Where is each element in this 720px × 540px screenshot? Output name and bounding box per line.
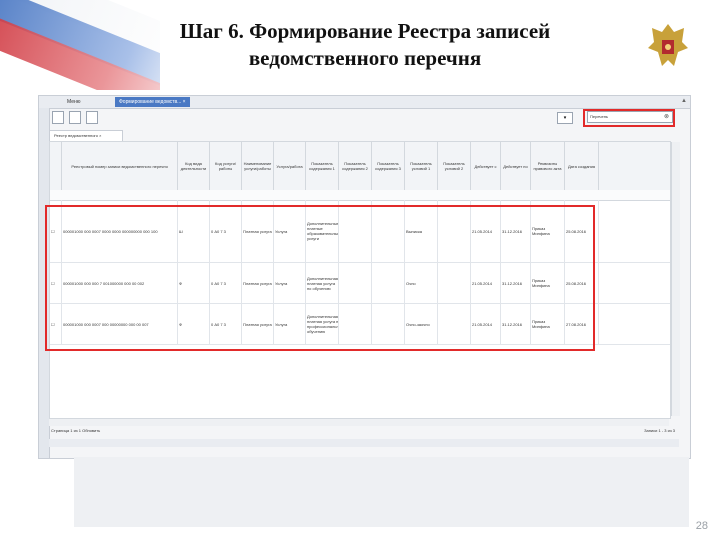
pager-left[interactable]: Страница 1 из 1 Обновить [51,426,100,436]
tab-home[interactable]: Меню [63,97,85,107]
pager: Страница 1 из 1 Обновить Записи 1 - 3 из… [49,426,679,436]
coat-of-arms-icon [648,24,688,66]
vertical-scrollbar[interactable] [671,142,680,416]
add-record-button[interactable] [52,111,64,124]
header-cell[interactable]: Услуга/работа [274,142,306,190]
header-cell[interactable]: Код услуги/работы [210,142,242,190]
horizontal-scrollbar[interactable] [49,418,669,426]
header-cell[interactable]: Действует с [471,142,501,190]
bottom-band [74,457,689,527]
header-cell[interactable]: Показатель содержания 1 [306,142,339,190]
slide-title: Шаг 6. Формирование Реестра записей ведо… [130,18,600,72]
header-cell[interactable]: Дата создания [565,142,599,190]
rows-highlight-frame [45,205,595,351]
status-bar [49,439,679,447]
header-cell[interactable]: Код вида деятельности [178,142,210,190]
header-cell[interactable]: Реквизиты правового акта [531,142,565,190]
search-highlight-frame [583,109,675,127]
header-cell[interactable]: Показатель содержания 2 [339,142,372,190]
header-cell[interactable]: Показатель условий 1 [405,142,438,190]
toolbar: ▾ Перечень ⊗ [49,108,690,130]
header-cell[interactable]: Показатель условий 2 [438,142,471,190]
header-cell[interactable]: Реестровый номер записи ведомственного п… [62,142,178,190]
slide-title-line1: Шаг 6. Формирование Реестра записей [179,19,551,43]
tabs-scroll-icon[interactable]: ▲ [681,98,687,104]
header-cell[interactable]: Наименование услуги/работы [242,142,274,190]
page-number: 28 [695,520,708,532]
subtab-label: Реестр ведомственного × [54,133,102,138]
tab-registry[interactable]: Формирование ведомств... × [115,97,190,107]
slide-title-line2: ведомственного перечня [248,46,482,70]
filter-icon: ▾ [563,115,567,121]
pager-right: Записи 1 - 3 из 3 [644,428,675,433]
header-cell[interactable]: Показатель содержания 3 [372,142,405,190]
table-header: Реестровый номер записи ведомственного п… [50,142,670,191]
header-checkbox[interactable] [50,142,62,190]
edit-record-button[interactable] [69,111,81,124]
header-cell[interactable]: Действует по [501,142,531,190]
delete-record-button[interactable] [86,111,98,124]
filter-button[interactable]: ▾ [557,112,573,124]
